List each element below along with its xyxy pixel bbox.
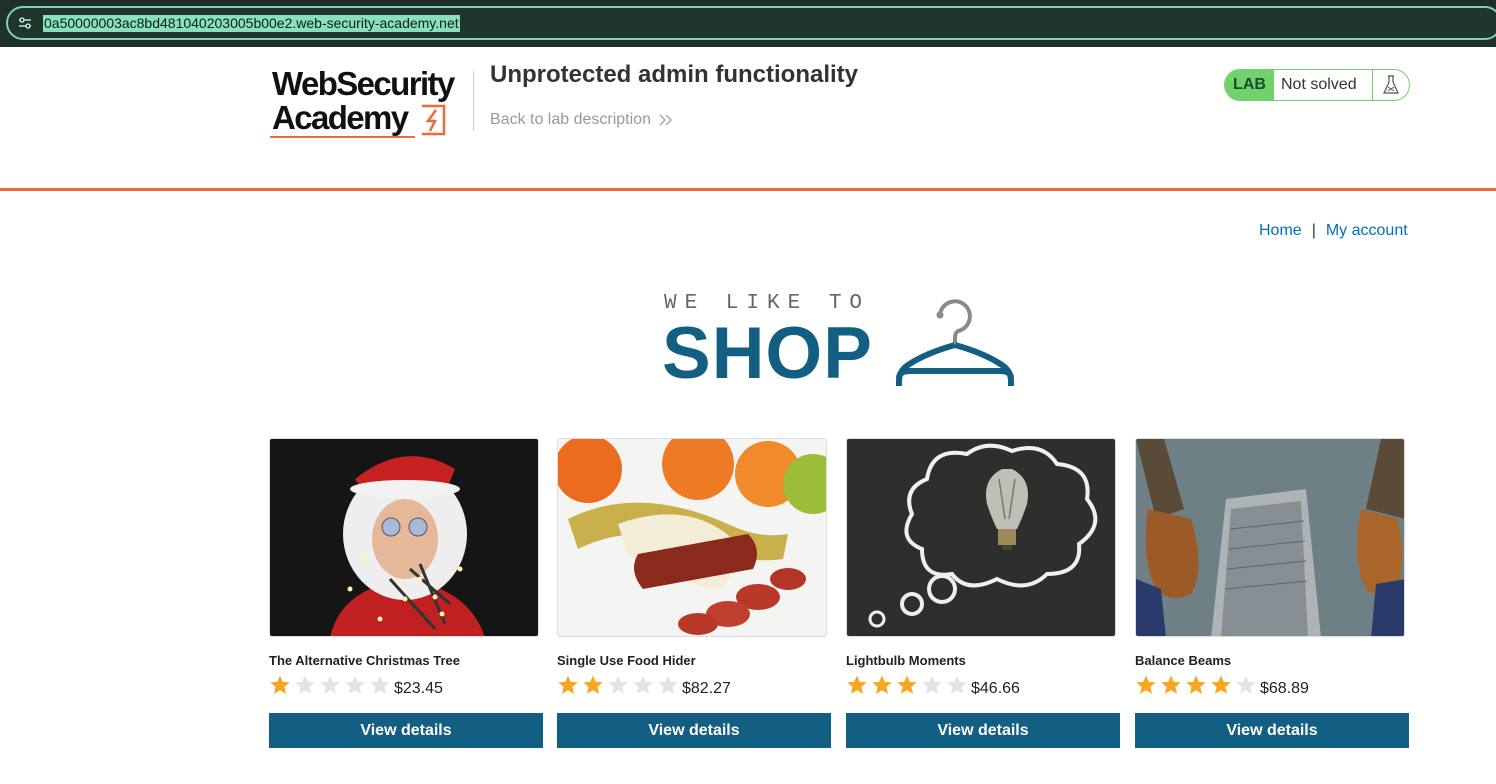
star-filled-icon: [582, 674, 604, 696]
nav-my-account-link[interactable]: My account: [1326, 222, 1408, 240]
product-price: $68.89: [1260, 680, 1309, 697]
lab-header: WebSecurity Academy Unprotected admin fu…: [0, 47, 1496, 191]
star-filled-icon: [896, 674, 918, 696]
view-details-button[interactable]: View details: [557, 713, 831, 748]
star-filled-icon: [557, 674, 579, 696]
star-filled-icon: [1185, 674, 1207, 696]
we-like-to-shop-logo: WE LIKE TO SHOP: [662, 290, 1022, 394]
address-bar[interactable]: 0a50000003ac8bd481040203005b00e2.web-sec…: [6, 6, 1496, 40]
star-empty-icon: [369, 674, 391, 696]
star-filled-icon: [871, 674, 893, 696]
product-image[interactable]: [846, 438, 1116, 637]
star-empty-icon: [921, 674, 943, 696]
view-details-button[interactable]: View details: [846, 713, 1120, 748]
logo-text-line2: Academy: [272, 99, 409, 136]
product-price: $82.27: [682, 680, 731, 697]
logo-text-line1: WebSecurity: [272, 65, 455, 102]
lab-badge: LAB: [1225, 70, 1274, 100]
product-rating: [269, 674, 391, 696]
product-image[interactable]: [1135, 438, 1405, 637]
star-empty-icon: [657, 674, 679, 696]
view-details-button[interactable]: View details: [269, 713, 543, 748]
star-empty-icon: [294, 674, 316, 696]
top-nav: Home | My account: [1259, 222, 1408, 240]
view-details-button[interactable]: View details: [1135, 713, 1409, 748]
shop-logo-tagline: WE LIKE TO: [664, 292, 871, 315]
nav-separator: |: [1311, 222, 1316, 239]
clothes-hanger-icon: [896, 299, 1014, 386]
product-rating: [1135, 674, 1257, 696]
star-filled-icon: [846, 674, 868, 696]
star-empty-icon: [946, 674, 968, 696]
web-security-academy-logo[interactable]: WebSecurity Academy: [270, 67, 470, 139]
lab-status-widget: LAB Not solved: [1224, 69, 1410, 101]
nav-home-link[interactable]: Home: [1259, 222, 1302, 240]
product-image[interactable]: [269, 438, 539, 637]
product-name: Single Use Food Hider: [557, 653, 696, 668]
product-name: Balance Beams: [1135, 653, 1232, 668]
browser-toolbar: 0a50000003ac8bd481040203005b00e2.web-sec…: [0, 0, 1496, 47]
product-rating: [846, 674, 968, 696]
lab-status-text: Not solved: [1274, 70, 1373, 100]
shop-logo-word: SHOP: [662, 313, 873, 394]
double-chevron-right-icon: [659, 114, 673, 126]
star-empty-icon: [607, 674, 629, 696]
product-price: $23.45: [394, 680, 443, 697]
back-link-label: Back to lab description: [490, 111, 651, 128]
product-image[interactable]: [557, 438, 827, 637]
star-empty-icon: [319, 674, 341, 696]
header-divider: [473, 71, 474, 131]
product-rating: [557, 674, 679, 696]
star-filled-icon: [1210, 674, 1232, 696]
site-settings-icon[interactable]: [18, 16, 32, 30]
star-empty-icon: [344, 674, 366, 696]
flask-icon: [1373, 70, 1409, 100]
star-filled-icon: [1135, 674, 1157, 696]
logo-underline: [270, 136, 415, 138]
star-empty-icon: [632, 674, 654, 696]
lab-title: Unprotected admin functionality: [490, 61, 859, 88]
star-filled-icon: [269, 674, 291, 696]
star-filled-icon: [1160, 674, 1182, 696]
lightning-bolt-icon: [422, 104, 446, 136]
url-text[interactable]: 0a50000003ac8bd481040203005b00e2.web-sec…: [43, 15, 460, 32]
star-empty-icon: [1235, 674, 1257, 696]
product-name: Lightbulb Moments: [846, 653, 966, 668]
product-name: The Alternative Christmas Tree: [269, 653, 460, 668]
back-to-lab-description-link[interactable]: Back to lab description: [490, 111, 673, 129]
product-price: $46.66: [971, 680, 1020, 697]
